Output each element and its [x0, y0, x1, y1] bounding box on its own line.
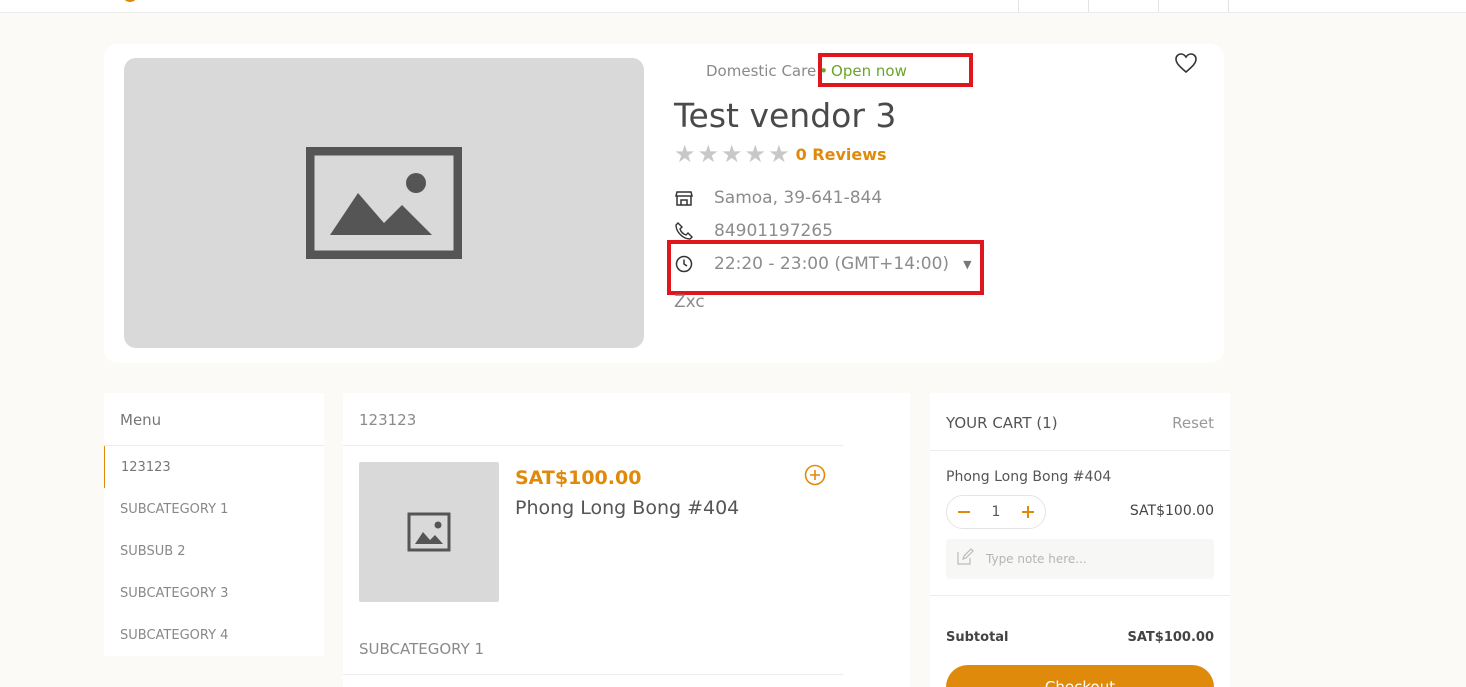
product-image[interactable]	[359, 462, 499, 602]
image-placeholder-icon	[306, 147, 462, 259]
store-icon	[674, 188, 694, 208]
product-name[interactable]: Phong Long Bong #404	[515, 497, 739, 519]
header-divider	[1088, 0, 1089, 13]
subtotal-label: Subtotal	[946, 630, 1009, 645]
edit-icon	[956, 548, 974, 570]
divider	[930, 595, 1230, 596]
add-to-cart-icon[interactable]	[804, 464, 826, 486]
divider	[343, 445, 843, 446]
note-field[interactable]	[946, 539, 1214, 579]
rating: ★ ★ ★ ★ ★ 0 Reviews	[674, 142, 887, 166]
note-input[interactable]	[986, 552, 1206, 566]
divider	[343, 674, 843, 675]
vendor-cover-image	[124, 58, 644, 348]
menu-item-123123[interactable]: 123123	[104, 446, 324, 488]
star-icon: ★	[697, 140, 720, 168]
cart-title: YOUR CART (1)	[946, 414, 1058, 432]
vendor-address: Samoa, 39-641-844	[714, 188, 883, 208]
phone-row: 84901197265	[674, 221, 833, 241]
menu-item-subcategory-3[interactable]: SUBCATEGORY 3	[104, 572, 324, 614]
vendor-phone[interactable]: 84901197265	[714, 221, 833, 241]
menu-title: Menu	[104, 393, 324, 446]
cart-item-price: SAT$100.00	[1129, 503, 1214, 519]
product-price: SAT$100.00	[515, 467, 642, 489]
favorite-heart-icon[interactable]	[1174, 52, 1200, 76]
quantity-value[interactable]: 1	[992, 504, 1001, 520]
reviews-link[interactable]: 0 Reviews	[796, 145, 887, 164]
address-row: Samoa, 39-641-844	[674, 188, 882, 208]
section-title: SUBCATEGORY 1	[359, 640, 485, 658]
cart-item-name: Phong Long Bong #404	[946, 469, 1112, 485]
quantity-stepper: 1	[946, 495, 1046, 529]
section-title: 123123	[359, 411, 417, 429]
star-icon: ★	[744, 140, 767, 168]
header-divider	[1228, 0, 1229, 13]
product-panel: 123123 SAT$100.00 Phong Long Bong #404 S…	[343, 393, 910, 687]
minus-icon[interactable]	[955, 503, 973, 521]
divider	[930, 450, 1230, 451]
cart-panel: YOUR CART (1) Reset Phong Long Bong #404…	[930, 393, 1230, 687]
star-icon: ★	[768, 140, 790, 168]
image-placeholder-icon	[407, 512, 451, 552]
subtotal-value: SAT$100.00	[1127, 630, 1215, 645]
menu-panel: Menu 123123 SUBCATEGORY 1 SUBSUB 2 SUBCA…	[104, 393, 324, 656]
highlight-box-open-status	[818, 53, 973, 87]
header-divider	[1018, 0, 1019, 13]
menu-item-subsub-2[interactable]: SUBSUB 2	[104, 530, 324, 572]
checkout-button[interactable]: Checkout	[946, 665, 1214, 687]
vendor-category: Domestic Care	[706, 62, 817, 80]
star-icon: ★	[674, 140, 696, 168]
menu-item-subcategory-1[interactable]: SUBCATEGORY 1	[104, 488, 324, 530]
phone-icon	[674, 221, 694, 241]
highlight-box-hours	[667, 240, 984, 295]
cart-reset-button[interactable]: Reset	[1172, 414, 1214, 432]
vendor-info: Domestic Care • Open now Test vendor 3 ★ ★…	[667, 44, 1194, 363]
vendor-name: Test vendor 3	[674, 96, 897, 135]
header-divider	[1158, 0, 1159, 13]
vendor-description: Zxc	[674, 292, 705, 312]
top-header	[0, 0, 1466, 13]
star-icon: ★	[721, 140, 743, 168]
logo-icon[interactable]	[122, 0, 138, 2]
vendor-card: Domestic Care • Open now Test vendor 3 ★ ★…	[104, 44, 1224, 363]
menu-item-subcategory-4[interactable]: SUBCATEGORY 4	[104, 614, 324, 656]
plus-icon[interactable]	[1019, 503, 1037, 521]
